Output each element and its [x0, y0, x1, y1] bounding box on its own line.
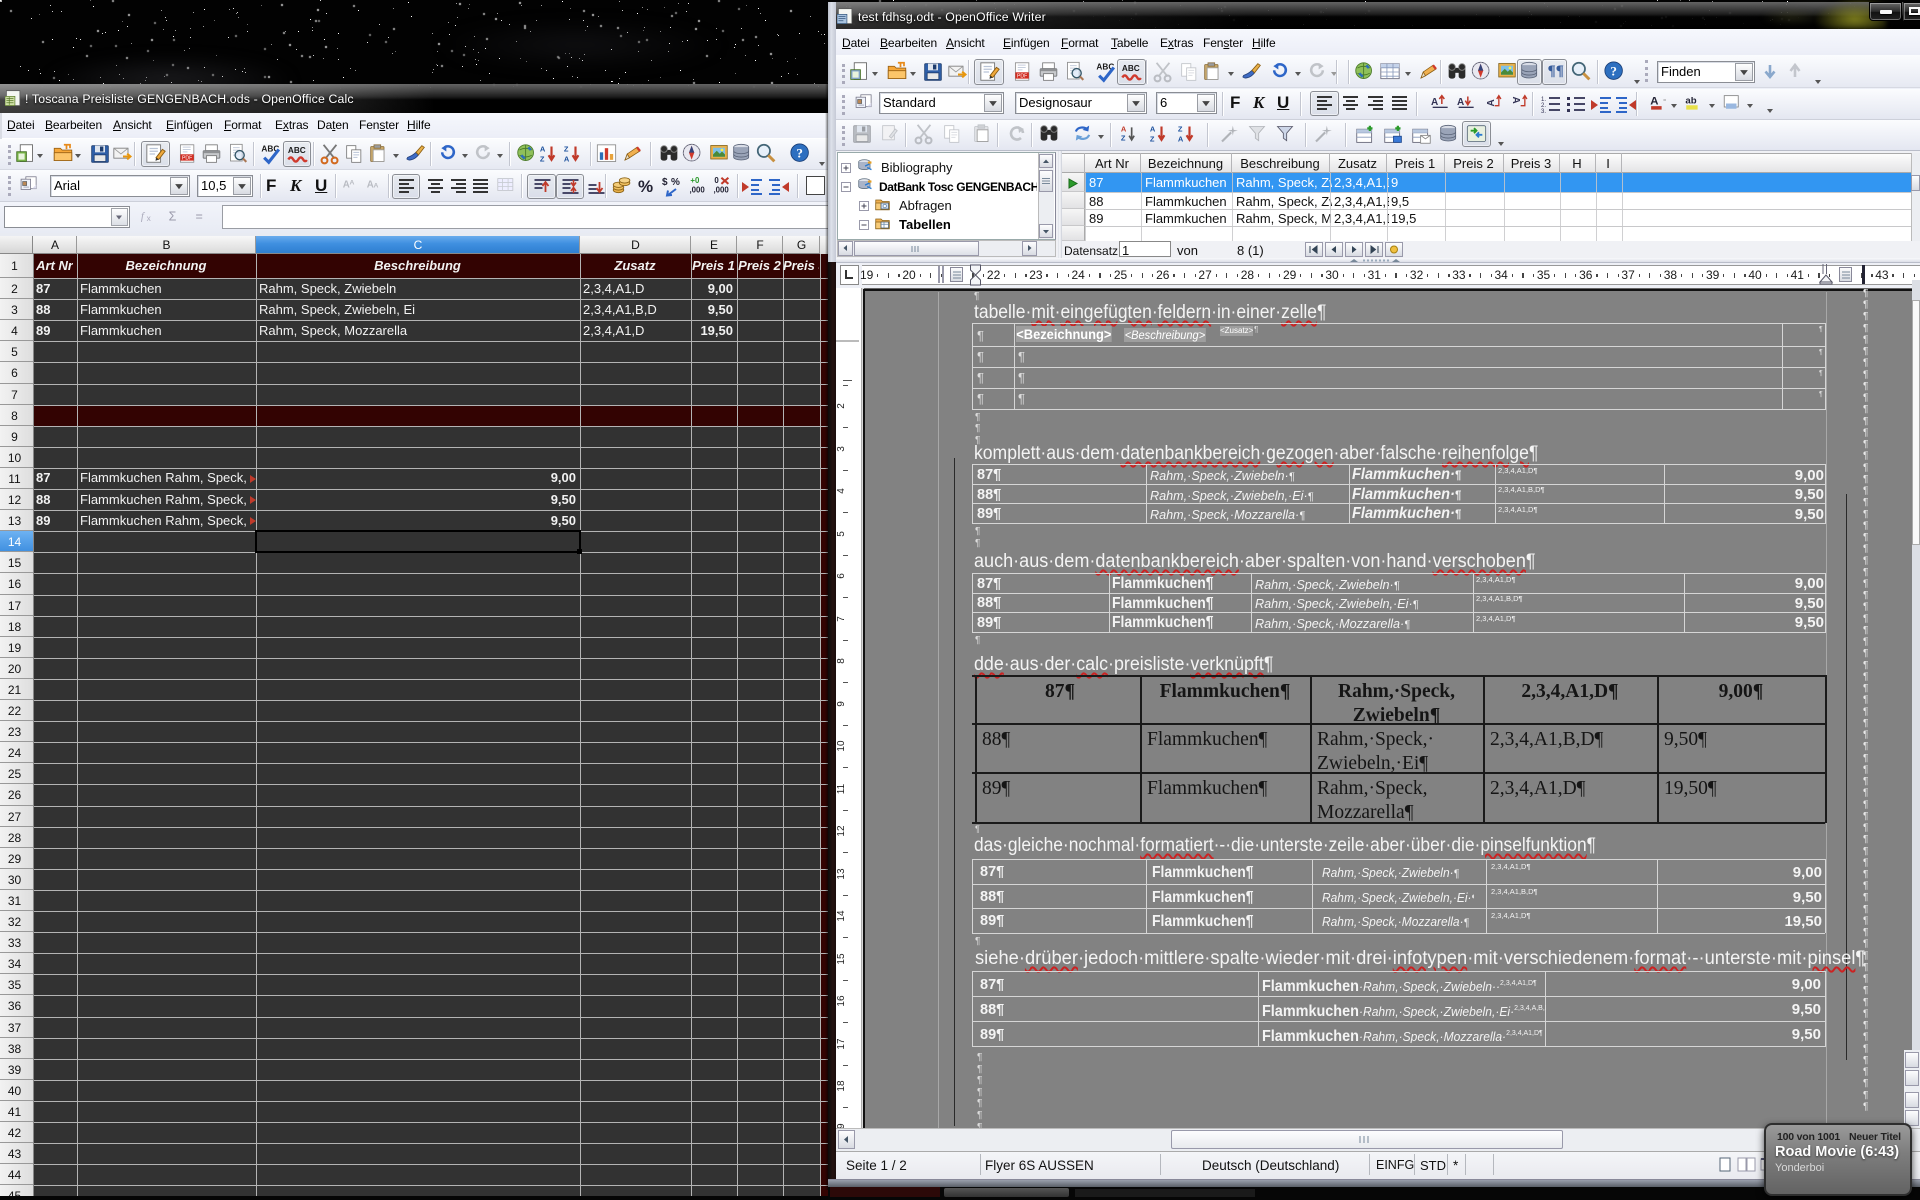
svg-text:f: f: [141, 211, 146, 223]
svg-text:A: A: [1650, 95, 1658, 107]
svg-text:¶: ¶: [1863, 753, 1868, 764]
svg-text:¶: ¶: [1863, 811, 1868, 822]
svg-text:¶: ¶: [1863, 730, 1868, 741]
svg-text:¶: ¶: [1863, 706, 1868, 717]
svg-text:A: A: [564, 155, 570, 164]
svg-text:$: $: [662, 177, 668, 188]
svg-text:=: =: [196, 209, 203, 223]
svg-text:A: A: [1457, 97, 1464, 108]
svg-text:¶: ¶: [1863, 393, 1868, 404]
svg-text:A: A: [350, 180, 355, 187]
svg-text:¶: ¶: [1863, 904, 1868, 915]
svg-text:¶: ¶: [1863, 718, 1868, 729]
svg-text:0: 0: [714, 176, 719, 185]
svg-text:¶: ¶: [1863, 1032, 1868, 1043]
svg-text:¶: ¶: [1863, 625, 1868, 636]
svg-text:¶: ¶: [1863, 1008, 1868, 1019]
svg-text:¶: ¶: [1863, 823, 1868, 834]
svg-text:A: A: [1431, 97, 1438, 108]
svg-text:¶: ¶: [1863, 683, 1868, 694]
svg-text:¶: ¶: [1863, 334, 1868, 345]
svg-text:3.: 3.: [1541, 109, 1546, 114]
svg-text:¶: ¶: [1863, 602, 1868, 613]
svg-text:A: A: [343, 180, 350, 191]
svg-text:A: A: [1510, 97, 1521, 104]
svg-text:¶: ¶: [1863, 532, 1868, 543]
svg-text:A: A: [1150, 125, 1156, 134]
svg-text:¶: ¶: [1863, 579, 1868, 590]
svg-text:Σ: Σ: [169, 209, 177, 223]
svg-text:+0: +0: [690, 176, 700, 185]
svg-text:,000: ,000: [714, 186, 730, 195]
svg-text:A: A: [1121, 125, 1127, 134]
svg-text:¶: ¶: [1863, 997, 1868, 1008]
svg-text:¶: ¶: [1863, 404, 1868, 415]
svg-text:ABC: ABC: [1122, 64, 1140, 73]
svg-text:?: ?: [796, 145, 803, 160]
svg-text:Z: Z: [564, 145, 569, 154]
svg-text:¶: ¶: [1863, 1020, 1868, 1031]
svg-text:¶: ¶: [1863, 486, 1868, 497]
svg-text:¶: ¶: [1863, 881, 1868, 892]
svg-text:¶: ¶: [1863, 764, 1868, 775]
svg-text:¶: ¶: [1863, 637, 1868, 648]
svg-text:¶: ¶: [1863, 799, 1868, 810]
svg-text:¶: ¶: [1863, 474, 1868, 485]
svg-text:¶: ¶: [1863, 520, 1868, 531]
svg-text:Z: Z: [1178, 125, 1183, 134]
svg-text:¶: ¶: [1863, 427, 1868, 438]
svg-text:Z: Z: [1150, 135, 1155, 144]
svg-text:¶: ¶: [1863, 509, 1868, 520]
svg-text:A: A: [367, 180, 374, 191]
svg-text:,000: ,000: [690, 186, 706, 195]
svg-text:Z: Z: [1121, 134, 1126, 143]
svg-text:¶¶: ¶¶: [1548, 63, 1564, 79]
svg-text:¶: ¶: [1863, 695, 1868, 706]
svg-text:A: A: [374, 183, 379, 190]
svg-text:¶: ¶: [1863, 1067, 1868, 1078]
svg-text:¶: ¶: [1863, 1101, 1868, 1112]
svg-text:¶: ¶: [1863, 416, 1868, 427]
svg-text:¶: ¶: [1863, 741, 1868, 752]
svg-text:¶: ¶: [1863, 288, 1868, 299]
svg-text:¶: ¶: [1863, 1055, 1868, 1066]
svg-text:¶: ¶: [1863, 1078, 1868, 1089]
svg-text:¶: ¶: [1863, 358, 1868, 369]
svg-text:x: x: [147, 213, 152, 223]
svg-text:PDF: PDF: [1017, 73, 1027, 79]
svg-text:¶: ¶: [1863, 1043, 1868, 1054]
svg-text:¶: ¶: [1863, 974, 1868, 985]
svg-text:¶: ¶: [1863, 927, 1868, 938]
svg-text:Z: Z: [540, 155, 545, 164]
svg-text:A: A: [540, 145, 546, 154]
svg-text:¶: ¶: [1863, 369, 1868, 380]
svg-text:ab: ab: [1685, 96, 1696, 107]
svg-text:¶: ¶: [1863, 1090, 1868, 1101]
svg-text:¶: ¶: [1863, 776, 1868, 787]
svg-text:¶: ¶: [1863, 381, 1868, 392]
svg-text:?: ?: [1610, 63, 1617, 78]
svg-text:¶: ¶: [1863, 613, 1868, 624]
svg-text:PDF: PDF: [182, 155, 192, 161]
svg-text:¶: ¶: [1863, 590, 1868, 601]
svg-text:¶: ¶: [1863, 788, 1868, 799]
svg-text:A: A: [1178, 135, 1184, 144]
svg-text:¶: ¶: [1863, 346, 1868, 357]
svg-text:¶: ¶: [1863, 915, 1868, 926]
svg-text:%: %: [671, 177, 680, 188]
svg-text:¶: ¶: [1863, 869, 1868, 880]
svg-text:¶: ¶: [1863, 497, 1868, 508]
svg-text:¶: ¶: [1863, 892, 1868, 903]
svg-text:¶: ¶: [1863, 985, 1868, 996]
svg-text:ABC: ABC: [288, 146, 306, 155]
